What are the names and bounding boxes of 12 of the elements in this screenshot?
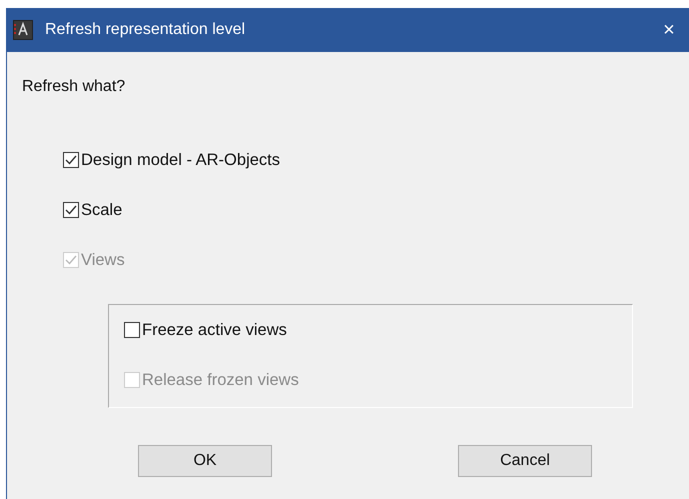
checkbox-option[interactable]: Scale bbox=[63, 200, 122, 220]
ok-button[interactable]: OK bbox=[138, 445, 272, 477]
checkbox[interactable] bbox=[124, 322, 140, 338]
prompt-text: Refresh what? bbox=[22, 78, 126, 97]
app-icon bbox=[13, 20, 33, 40]
cancel-button[interactable]: Cancel bbox=[458, 445, 592, 477]
checkbox-option[interactable]: Freeze active views bbox=[124, 320, 287, 340]
checkbox-option[interactable]: Design model - AR-Objects bbox=[63, 150, 280, 170]
close-button[interactable]: × bbox=[649, 10, 689, 50]
checkbox[interactable] bbox=[63, 202, 79, 218]
checkbox[interactable] bbox=[63, 152, 79, 168]
window-title: Refresh representation level bbox=[45, 21, 246, 39]
